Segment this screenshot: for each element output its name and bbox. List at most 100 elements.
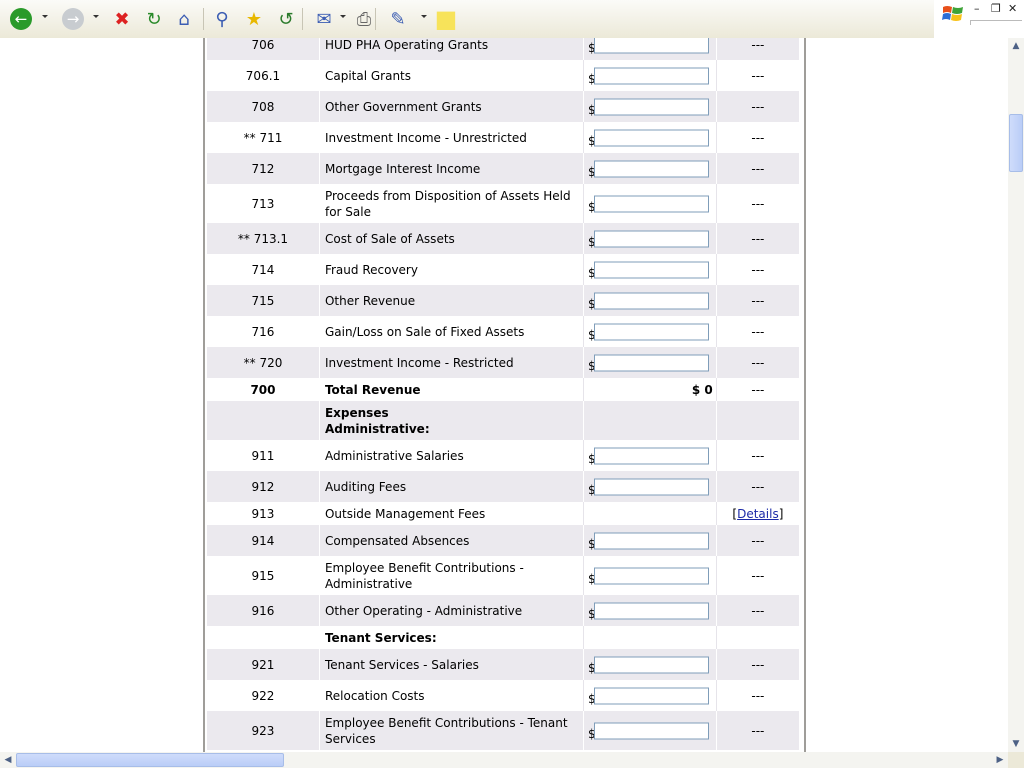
details-link[interactable]: Details	[737, 507, 779, 521]
history-icon[interactable]: ↺	[274, 6, 298, 32]
table-row: 921 Tenant Services - Salaries $ ---	[207, 649, 801, 680]
account-code: 708	[207, 91, 320, 122]
account-code: 716	[207, 316, 320, 347]
table-row: 713 Proceeds from Disposition of Assets H…	[207, 184, 801, 223]
amount-input[interactable]	[593, 656, 709, 673]
amount-input[interactable]	[593, 230, 709, 247]
amount-input[interactable]	[593, 67, 709, 84]
amount-cell: $	[583, 649, 717, 680]
horizontal-scrollbar[interactable]: ◀ ▶	[0, 752, 1008, 768]
account-description: Proceeds from Disposition of Assets Held…	[319, 184, 584, 223]
note-icon[interactable]: ■	[434, 5, 458, 33]
windows-logo-icon	[942, 4, 964, 28]
amount-input[interactable]	[593, 602, 709, 619]
window-controls: – ❐ ✕	[934, 0, 1024, 38]
vertical-scrollbar[interactable]: ▲ ▼	[1008, 38, 1024, 752]
amount-input[interactable]	[593, 323, 709, 340]
dropdown-arrow-icon[interactable]	[340, 15, 346, 18]
amount-input[interactable]	[593, 532, 709, 549]
account-code: 922	[207, 680, 320, 711]
note-cell: ---	[716, 254, 801, 285]
scroll-up-icon[interactable]: ▲	[1008, 38, 1024, 54]
scroll-left-icon[interactable]: ◀	[0, 752, 16, 768]
financial-data-table: 706 HUD PHA Operating Grants $ --- 706.1 Capi…	[207, 38, 801, 750]
table-row: ** 711 Investment Income - Unrestricted $ -…	[207, 122, 801, 153]
account-description: HUD PHA Operating Grants	[319, 38, 584, 60]
account-code: 706.1	[207, 60, 320, 91]
refresh-icon[interactable]: ↻	[142, 6, 166, 32]
edit-icon[interactable]: ✎	[386, 6, 410, 32]
search-icon[interactable]: ⚲	[210, 6, 234, 32]
account-code: ** 713.1	[207, 223, 320, 254]
account-code	[207, 401, 320, 440]
amount-input[interactable]	[593, 98, 709, 115]
account-description: Auditing Fees	[319, 471, 584, 502]
mail-icon[interactable]: ✉	[312, 6, 336, 32]
total-value: $ 0	[583, 378, 717, 401]
section-header-row: Expenses Administrative:	[207, 401, 801, 440]
account-code: 715	[207, 285, 320, 316]
close-icon[interactable]: ✕	[1008, 2, 1017, 15]
note-cell: ---	[716, 153, 801, 184]
amount-input[interactable]	[593, 160, 709, 177]
stop-icon[interactable]: ✖	[110, 6, 134, 32]
table-row: 700 Total Revenue $ 0 ---	[207, 378, 801, 401]
amount-input[interactable]	[593, 129, 709, 146]
home-icon[interactable]: ⌂	[172, 6, 196, 32]
account-code: 915	[207, 556, 320, 595]
favorites-icon[interactable]: ★	[242, 6, 266, 32]
dropdown-arrow-icon[interactable]	[421, 15, 427, 18]
amount-input[interactable]	[593, 567, 709, 584]
account-code: ** 720	[207, 347, 320, 378]
account-description: Total Revenue	[319, 378, 584, 401]
vertical-scroll-thumb[interactable]	[1009, 114, 1023, 172]
note-cell: ---	[716, 285, 801, 316]
scroll-right-icon[interactable]: ▶	[992, 752, 1008, 768]
account-description: Administrative Salaries	[319, 440, 584, 471]
restore-icon[interactable]: ❐	[991, 2, 1001, 15]
amount-input[interactable]	[593, 354, 709, 371]
account-code: 700	[207, 378, 320, 401]
amount-input[interactable]	[593, 478, 709, 495]
account-description: Employee Benefit Contributions - Tenant …	[319, 711, 584, 750]
horizontal-scroll-thumb[interactable]	[16, 753, 284, 767]
account-description: Tenant Services - Salaries	[319, 649, 584, 680]
print-icon[interactable]: ⎙	[352, 6, 376, 32]
dropdown-arrow-icon[interactable]	[42, 15, 48, 18]
note-cell: ---	[716, 471, 801, 502]
table-row: 923 Employee Benefit Contributions - Tena…	[207, 711, 801, 750]
toolbar-separator	[302, 8, 303, 30]
amount-cell: $	[583, 60, 717, 91]
account-code: 714	[207, 254, 320, 285]
account-description: Compensated Absences	[319, 525, 584, 556]
table-row: 712 Mortgage Interest Income $ ---	[207, 153, 801, 184]
amount-cell: $	[583, 711, 717, 750]
account-description: Other Operating - Administrative	[319, 595, 584, 626]
amount-input[interactable]	[593, 722, 709, 739]
amount-input[interactable]	[593, 195, 709, 212]
section-header-row: Tenant Services:	[207, 626, 801, 649]
amount-cell: $	[583, 223, 717, 254]
account-code: 713	[207, 184, 320, 223]
account-description: Gain/Loss on Sale of Fixed Assets	[319, 316, 584, 347]
note-cell: ---	[716, 347, 801, 378]
account-code: ** 711	[207, 122, 320, 153]
table-row: 916 Other Operating - Administrative $ ---	[207, 595, 801, 626]
forward-icon[interactable]: →	[62, 8, 84, 30]
note-cell: ---	[716, 316, 801, 347]
scrollbar-corner	[1008, 752, 1024, 768]
amount-input[interactable]	[593, 261, 709, 278]
dropdown-arrow-icon[interactable]	[93, 15, 99, 18]
amount-input[interactable]	[593, 687, 709, 704]
amount-input[interactable]	[593, 38, 709, 53]
back-icon[interactable]: ←	[10, 8, 32, 30]
account-description: Tenant Services:	[319, 626, 584, 649]
minimize-icon[interactable]: –	[974, 2, 980, 15]
browser-toolbar: ← → ✖ ↻ ⌂ ⚲ ★ ↺ ✉ ⎙ ✎ ■	[0, 0, 934, 39]
table-row: 915 Employee Benefit Contributions - Admi…	[207, 556, 801, 595]
note-cell: ---	[716, 60, 801, 91]
account-code: 914	[207, 525, 320, 556]
amount-input[interactable]	[593, 447, 709, 464]
scroll-down-icon[interactable]: ▼	[1008, 736, 1024, 752]
amount-input[interactable]	[593, 292, 709, 309]
